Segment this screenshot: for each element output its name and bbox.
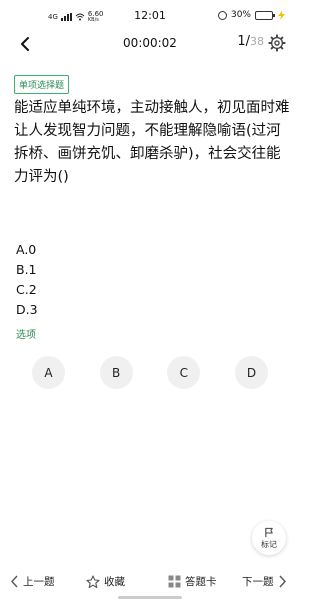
question-progress: 1/38 [237, 34, 264, 49]
answer-card-label: 答题卡 [185, 576, 217, 588]
flag-icon [264, 527, 273, 537]
option-b: B.1 [16, 262, 37, 277]
progress-total: 38 [250, 35, 264, 48]
grid-icon [168, 575, 181, 588]
answer-choices: A B C D [32, 356, 268, 389]
mark-label: 标记 [261, 539, 277, 549]
answer-card-button[interactable]: 答题卡 [168, 574, 217, 589]
option-list: A.0 B.1 C.2 D.3 [16, 240, 38, 320]
chevron-left-icon [11, 575, 18, 588]
progress-current: 1/ [237, 34, 250, 49]
settings-gear-icon[interactable] [268, 34, 286, 52]
next-question-button[interactable]: 下一题 [242, 574, 287, 589]
prev-question-label: 上一题 [23, 576, 55, 588]
alarm-icon [217, 10, 227, 20]
option-a: A.0 [16, 242, 37, 257]
option-c: C.2 [16, 282, 37, 297]
home-indicator [118, 596, 182, 599]
battery-percent: 30% [230, 10, 251, 20]
next-question-label: 下一题 [242, 576, 274, 588]
charging-icon [278, 10, 285, 20]
question-type-badge: 单项选择题 [14, 75, 70, 94]
exam-header: 00:00:02 1/38 [0, 32, 300, 56]
choice-a-button[interactable]: A [32, 356, 65, 389]
choice-b-button[interactable]: B [99, 356, 133, 389]
battery-icon [255, 10, 275, 20]
status-bar: 4G 6.60 KB/s 12:01 30% [0, 0, 300, 32]
favorite-label: 收藏 [104, 576, 125, 588]
option-d: D.3 [16, 302, 38, 317]
mark-button[interactable]: 标记 [252, 521, 286, 555]
choice-c-button[interactable]: C [167, 356, 201, 389]
star-icon [86, 574, 100, 588]
favorite-button[interactable]: 收藏 [86, 574, 125, 589]
prev-question-button[interactable]: 上一题 [10, 574, 55, 589]
question-text: 能适应单纯环境，主动接触人，初见面时难让人发现智力问题，不能理解隐喻语(过河拆桥… [14, 100, 290, 185]
chevron-right-icon [278, 575, 286, 588]
answer-section-label: 选项 [16, 330, 36, 341]
choice-d-button[interactable]: D [234, 356, 268, 389]
